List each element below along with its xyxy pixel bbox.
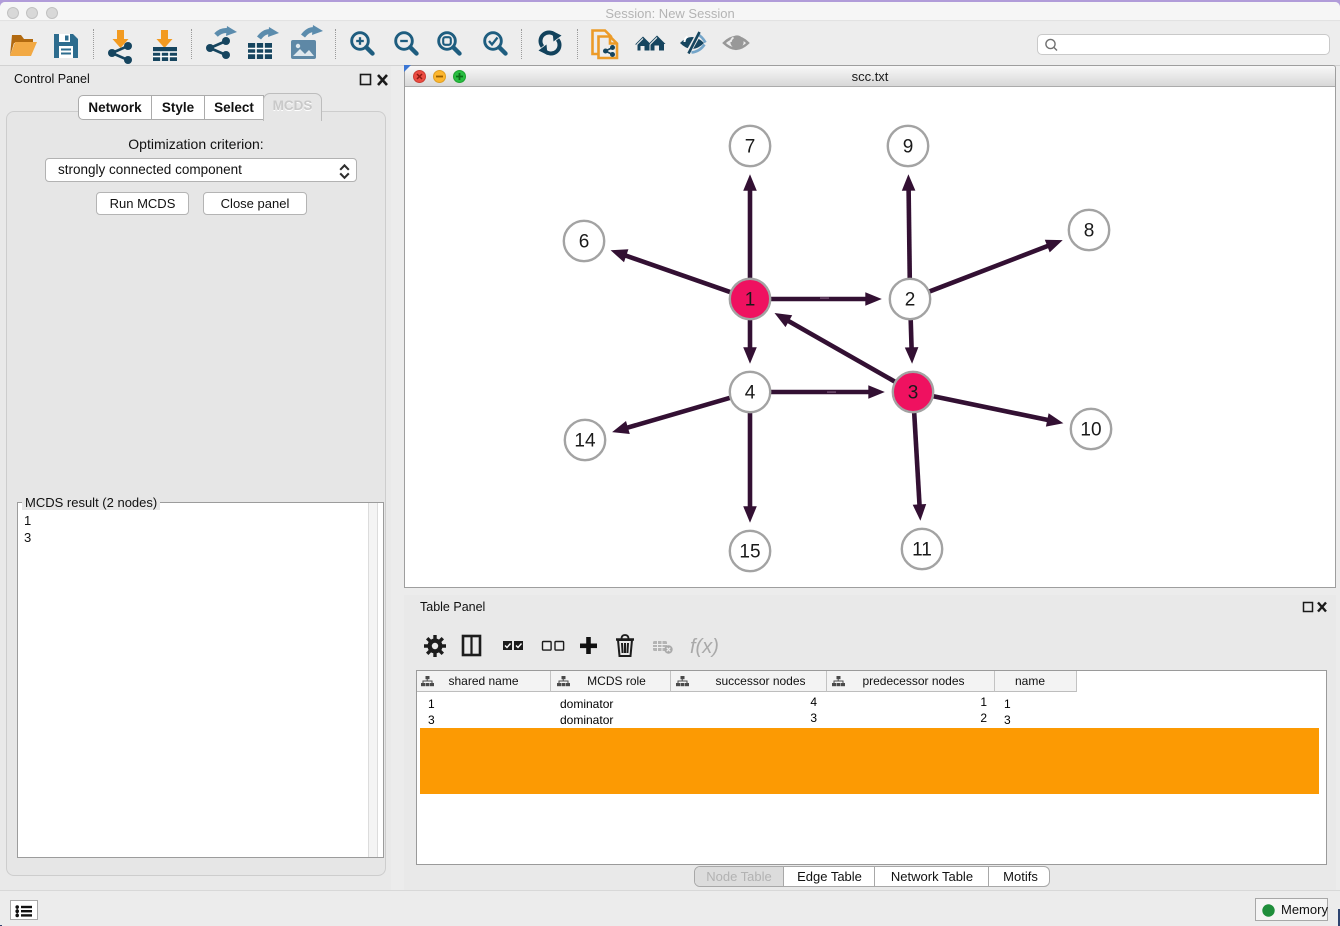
svg-text:2: 2 xyxy=(905,290,916,311)
svg-text:f(x): f(x) xyxy=(690,636,719,658)
svg-text:14: 14 xyxy=(574,431,596,452)
svg-text:6: 6 xyxy=(579,232,590,253)
svg-text:8: 8 xyxy=(1084,221,1095,242)
svg-text:9: 9 xyxy=(903,137,914,158)
svg-text:11: 11 xyxy=(912,540,932,561)
svg-text:1: 1 xyxy=(745,290,756,311)
svg-text:4: 4 xyxy=(745,383,756,404)
svg-text:3: 3 xyxy=(908,383,919,404)
svg-text:7: 7 xyxy=(745,137,756,158)
svg-text:15: 15 xyxy=(739,542,760,563)
svg-text:10: 10 xyxy=(1080,420,1101,441)
